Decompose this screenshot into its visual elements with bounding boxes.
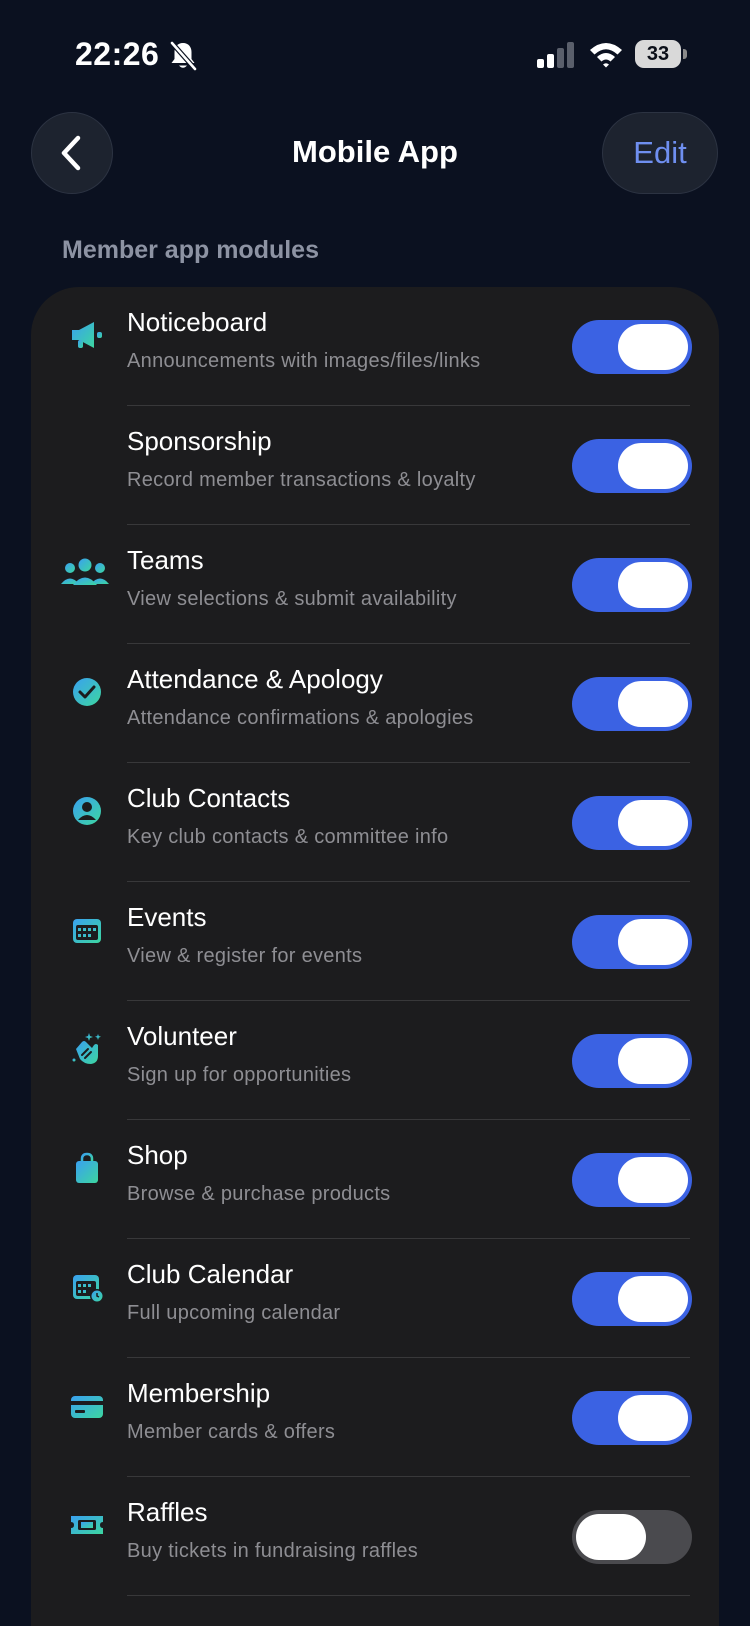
toggle-knob [618, 919, 688, 965]
shopping-bag-icon [61, 1142, 113, 1194]
module-title: Shop [127, 1140, 188, 1170]
module-title: Membership [127, 1378, 271, 1408]
toggle-knob [618, 800, 688, 846]
module-subtitle: Full upcoming calendar [127, 1302, 341, 1324]
module-title: Attendance & Apology [127, 664, 383, 694]
module-subtitle: Record member transactions & loyalty [127, 469, 476, 491]
module-subtitle: Key club contacts & committee info [127, 826, 449, 848]
megaphone-icon [61, 309, 113, 361]
status-time: 22:26 [75, 36, 160, 72]
edit-button[interactable]: Edit [602, 112, 718, 194]
battery-icon: 33 [635, 40, 687, 68]
toggle-knob [576, 1514, 646, 1560]
bell-slash-icon [170, 41, 197, 71]
calendar-icon [61, 904, 113, 956]
module-title: Sponsorship [127, 426, 272, 456]
toggle-knob [618, 562, 688, 608]
module-subtitle: View & register for events [127, 945, 363, 967]
teams-toggle[interactable] [572, 558, 692, 612]
module-title: Volunteer [127, 1021, 237, 1051]
module-row-sponsorship: Sponsorship Record member transactions &… [31, 406, 719, 525]
mobile-app-settings-screen: 22:26 33 Mobile App Edit Member app modu… [0, 0, 750, 1626]
checkmark-circle-icon [61, 666, 113, 718]
section-label: Member app modules [62, 236, 319, 264]
module-row-membership: Membership Member cards & offers [31, 1358, 719, 1477]
toggle-knob [618, 1395, 688, 1441]
module-row-attendance: Attendance & Apology Attendance confirma… [31, 644, 719, 763]
module-row-teams: Teams View selections & submit availabil… [31, 525, 719, 644]
module-title: Teams [127, 545, 204, 575]
credit-card-icon [61, 1380, 113, 1432]
wifi-icon [590, 43, 622, 68]
raffles-toggle[interactable] [572, 1510, 692, 1564]
people-icon [57, 547, 113, 599]
club-calendar-toggle[interactable] [572, 1272, 692, 1326]
status-bar: 22:26 33 [0, 0, 750, 100]
battery-tip [683, 49, 687, 59]
module-row-volunteer: Volunteer Sign up for opportunities [31, 1001, 719, 1120]
module-subtitle: Attendance confirmations & apologies [127, 707, 474, 729]
module-row-club-calendar: Club Calendar Full upcoming calendar [31, 1239, 719, 1358]
calendar-clock-icon [61, 1261, 113, 1313]
module-row-raffles: Raffles Buy tickets in fundraising raffl… [31, 1477, 719, 1596]
module-subtitle: Browse & purchase products [127, 1183, 391, 1205]
module-title: Noticeboard [127, 307, 268, 337]
toggle-knob [618, 1276, 688, 1322]
attendance-toggle[interactable] [572, 677, 692, 731]
noticeboard-toggle[interactable] [572, 320, 692, 374]
events-toggle[interactable] [572, 915, 692, 969]
volunteer-toggle[interactable] [572, 1034, 692, 1088]
module-title: Events [127, 902, 207, 932]
module-row-events: Events View & register for events [31, 882, 719, 1001]
toggle-knob [618, 324, 688, 370]
membership-toggle[interactable] [572, 1391, 692, 1445]
module-row-club-contacts: Club Contacts Key club contacts & commit… [31, 763, 719, 882]
module-row-shop: Shop Browse & purchase products [31, 1120, 719, 1239]
module-subtitle: Sign up for opportunities [127, 1064, 352, 1086]
hands-clap-icon [61, 1023, 113, 1075]
module-title: Club Contacts [127, 783, 291, 813]
battery-level: 33 [646, 43, 670, 65]
toggle-knob [618, 681, 688, 727]
cellular-signal-icon [537, 42, 574, 68]
modules-card: Noticeboard Announcements with images/fi… [31, 287, 719, 1626]
ticket-icon [61, 1499, 113, 1551]
person-circle-icon [61, 785, 113, 837]
row-divider [127, 1595, 690, 1596]
module-title: Raffles [127, 1497, 208, 1527]
toggle-knob [618, 443, 688, 489]
club-contacts-toggle[interactable] [572, 796, 692, 850]
shop-toggle[interactable] [572, 1153, 692, 1207]
module-title: Club Calendar [127, 1259, 294, 1289]
toggle-knob [618, 1038, 688, 1084]
sponsorship-toggle[interactable] [572, 439, 692, 493]
module-row-noticeboard: Noticeboard Announcements with images/fi… [31, 287, 719, 406]
module-subtitle: Announcements with images/files/links [127, 350, 481, 372]
toggle-knob [618, 1157, 688, 1203]
module-subtitle: Buy tickets in fundraising raffles [127, 1540, 419, 1562]
module-subtitle: View selections & submit availability [127, 588, 457, 610]
module-subtitle: Member cards & offers [127, 1421, 336, 1443]
